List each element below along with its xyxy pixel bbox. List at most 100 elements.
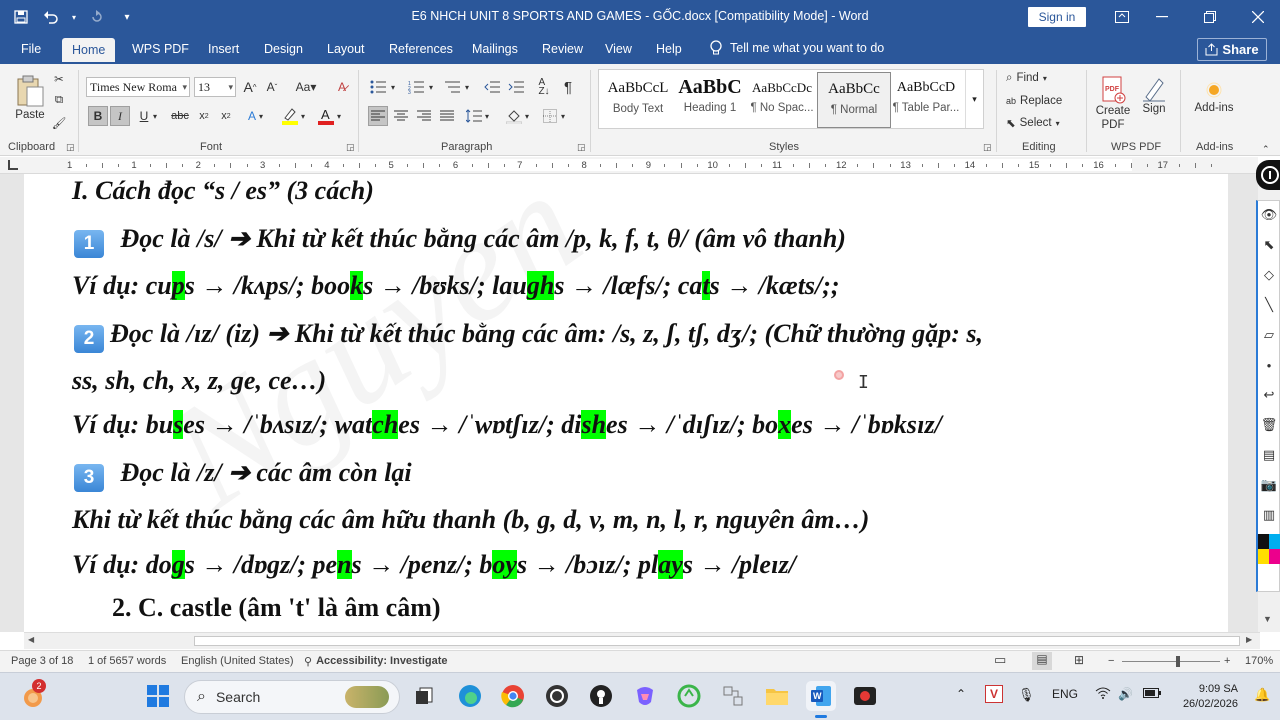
- customize-qat-icon[interactable]: ▾: [116, 6, 138, 28]
- font-name-combo[interactable]: Times New Roma ▾: [86, 77, 190, 97]
- tab-layout[interactable]: Layout: [323, 40, 369, 64]
- input-language[interactable]: ENG: [1052, 687, 1078, 701]
- chevron-down-icon[interactable]: ▾: [298, 106, 308, 126]
- clear-formatting-icon[interactable]: A̷: [332, 77, 352, 97]
- highlighter-icon[interactable]: ▱: [1260, 326, 1278, 344]
- decrease-indent-icon[interactable]: [482, 77, 502, 97]
- word-app-icon[interactable]: W: [806, 681, 836, 718]
- font-color-icon[interactable]: A: [316, 106, 336, 126]
- dot-icon[interactable]: ●: [1260, 356, 1278, 374]
- show-hidden-icons-icon[interactable]: ⌃: [956, 687, 966, 701]
- print-layout-icon[interactable]: ▤: [1032, 652, 1052, 670]
- accessibility-indicator[interactable]: ⚲ Accessibility: Investigate: [304, 655, 448, 668]
- chevron-down-icon[interactable]: ▾: [426, 77, 436, 97]
- board-icon[interactable]: ▤: [1260, 446, 1278, 464]
- styles-launcher-icon[interactable]: ◲: [983, 142, 992, 153]
- github-icon[interactable]: [586, 681, 616, 711]
- show-marks-icon[interactable]: ¶: [558, 77, 578, 97]
- vivaldi-tray-icon[interactable]: V: [985, 685, 1003, 703]
- bullets-icon[interactable]: [368, 77, 388, 97]
- tab-references[interactable]: References: [385, 40, 457, 64]
- eraser-icon[interactable]: ◇: [1260, 266, 1278, 284]
- zoom-in-icon[interactable]: +: [1224, 655, 1230, 667]
- style-table-paragraph[interactable]: AaBbCcD ¶ Table Par...: [889, 72, 963, 128]
- chevron-down-icon[interactable]: ▾: [522, 106, 532, 126]
- shading-icon[interactable]: [504, 106, 524, 126]
- screen-recorder-icon[interactable]: [850, 681, 880, 711]
- floating-logo-icon[interactable]: [1256, 160, 1280, 190]
- shrink-font-icon[interactable]: Aˇ: [262, 77, 282, 97]
- numbering-icon[interactable]: 123: [406, 77, 426, 97]
- tab-selector-icon[interactable]: [8, 160, 18, 170]
- tab-review[interactable]: Review: [538, 40, 587, 64]
- sort-icon[interactable]: A Z↓: [534, 77, 554, 97]
- align-left-icon[interactable]: [368, 106, 388, 126]
- style-heading-1[interactable]: AaBbC Heading 1: [673, 72, 747, 128]
- collapse-ribbon-icon[interactable]: ⌃: [1262, 144, 1270, 155]
- zoom-level[interactable]: 170%: [1245, 655, 1273, 667]
- windows-start-icon[interactable]: [143, 681, 173, 711]
- zoom-slider[interactable]: [1122, 661, 1220, 662]
- green-app-icon[interactable]: [674, 681, 704, 711]
- chevron-down-icon[interactable]: ▾: [558, 106, 568, 126]
- undo-icon[interactable]: [40, 6, 62, 28]
- pointer-icon[interactable]: ⬉: [1260, 236, 1278, 254]
- strikethrough-button[interactable]: abc: [170, 106, 190, 126]
- scroll-down-icon[interactable]: ▼: [1263, 614, 1272, 624]
- share-button[interactable]: Share: [1197, 38, 1267, 61]
- bold-button[interactable]: B: [88, 106, 108, 126]
- camera-icon[interactable]: 📷: [1260, 476, 1278, 494]
- restore-icon[interactable]: [1188, 0, 1232, 34]
- line-spacing-icon[interactable]: [464, 106, 484, 126]
- clipboard-launcher-icon[interactable]: ◲: [66, 142, 75, 153]
- document-icon[interactable]: ▥: [1260, 506, 1278, 524]
- font-size-combo[interactable]: 13 ▾: [194, 77, 236, 97]
- eye-icon[interactable]: 👁: [1260, 206, 1278, 224]
- language-indicator[interactable]: English (United States): [181, 655, 294, 667]
- justify-icon[interactable]: [437, 106, 457, 126]
- battery-icon[interactable]: [1143, 687, 1161, 701]
- redo-icon[interactable]: [86, 6, 108, 28]
- find-button[interactable]: ⌕ Find ▾: [1006, 70, 1047, 86]
- undo-arrow-icon[interactable]: ↩: [1260, 386, 1278, 404]
- multilevel-list-icon[interactable]: [442, 77, 462, 97]
- file-explorer-icon[interactable]: [762, 681, 792, 711]
- scroll-thumb[interactable]: [194, 636, 1240, 646]
- increase-indent-icon[interactable]: [506, 77, 526, 97]
- tab-view[interactable]: View: [601, 40, 636, 64]
- zoom-slider-thumb[interactable]: [1176, 656, 1180, 667]
- sign-in-button[interactable]: Sign in: [1028, 7, 1086, 27]
- add-ins-button[interactable]: Add-ins: [1190, 70, 1238, 120]
- subscript-button[interactable]: x2: [194, 106, 214, 126]
- cut-icon[interactable]: ✂: [52, 72, 66, 86]
- volume-icon[interactable]: 🔊: [1118, 687, 1133, 701]
- system-clock[interactable]: 9:09 SA 26/02/2026: [1168, 682, 1238, 712]
- align-right-icon[interactable]: [414, 106, 434, 126]
- scroll-right-icon[interactable]: ▶: [1246, 635, 1252, 644]
- replace-button[interactable]: ab Replace: [1006, 93, 1062, 109]
- obs-icon[interactable]: [542, 681, 572, 711]
- color-palette-icon[interactable]: [1258, 534, 1280, 564]
- create-pdf-button[interactable]: PDF Create PDF: [1094, 70, 1132, 138]
- trash-icon[interactable]: 🗑: [1260, 416, 1278, 434]
- taskbar-search[interactable]: ⌕ Search: [184, 680, 400, 714]
- save-icon[interactable]: [10, 6, 32, 28]
- borders-icon[interactable]: [540, 106, 560, 126]
- paste-button[interactable]: Paste: [10, 70, 50, 126]
- chevron-down-icon[interactable]: ▾: [482, 106, 492, 126]
- close-icon[interactable]: [1236, 0, 1280, 34]
- tell-me-search[interactable]: Tell me what you want to do: [710, 40, 884, 56]
- wifi-icon[interactable]: [1095, 687, 1111, 702]
- chevron-down-icon[interactable]: ▾: [462, 77, 472, 97]
- chevron-down-icon[interactable]: ▾: [388, 77, 398, 97]
- zoom-out-icon[interactable]: −: [1108, 655, 1114, 667]
- select-button[interactable]: ⬉ Select ▾: [1006, 115, 1060, 131]
- highlight-icon[interactable]: [280, 106, 300, 126]
- chrome-icon[interactable]: [498, 681, 528, 711]
- chevron-down-icon[interactable]: ▾: [256, 106, 266, 126]
- horizontal-scrollbar[interactable]: ◀ ▶: [24, 632, 1260, 649]
- sign-button[interactable]: Sign: [1138, 70, 1170, 120]
- scroll-left-icon[interactable]: ◀: [28, 635, 34, 644]
- tab-home[interactable]: Home: [62, 38, 116, 64]
- styles-more-button[interactable]: ▾: [965, 70, 983, 128]
